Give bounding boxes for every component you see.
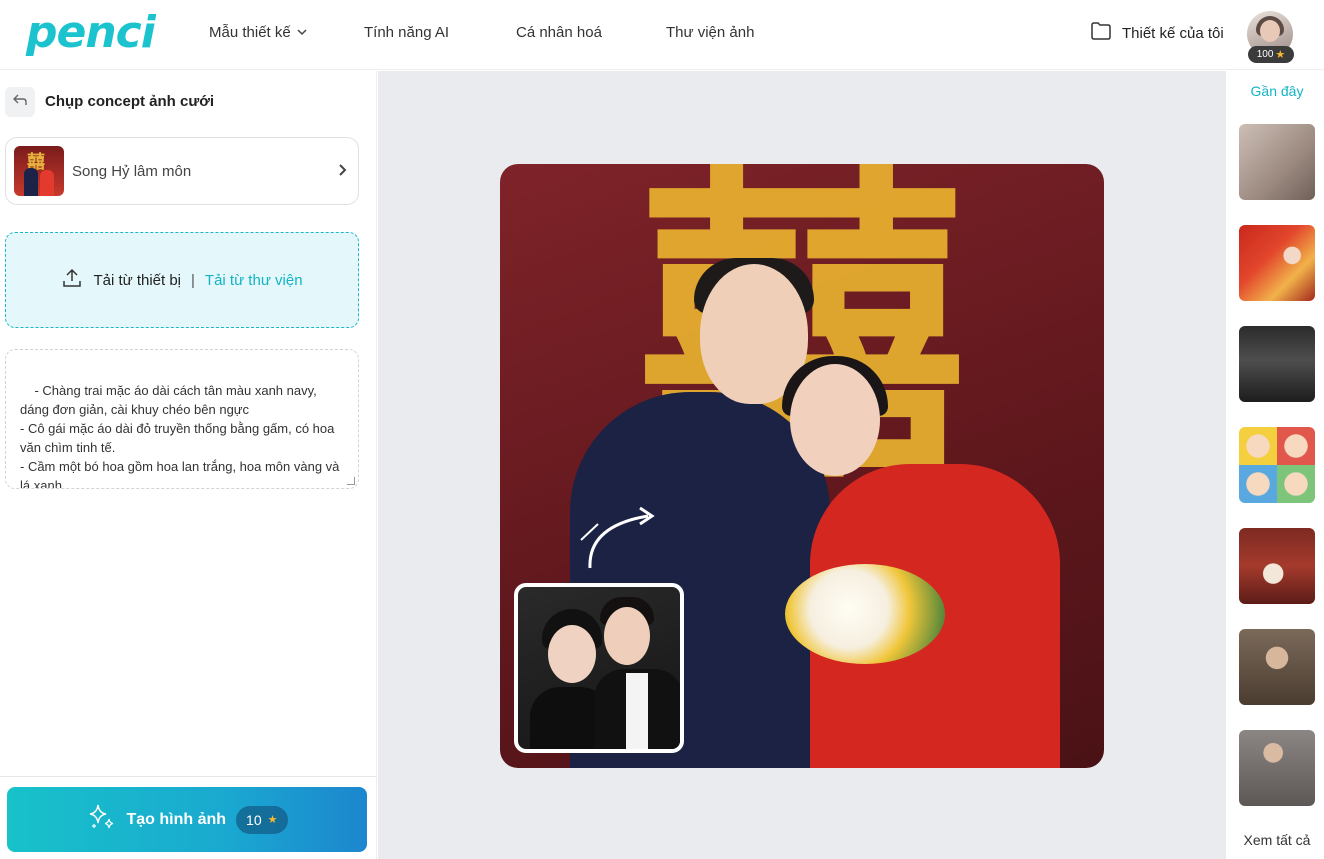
star-icon: ★: [267, 814, 278, 826]
star-icon: ★: [1275, 49, 1286, 61]
template-selector[interactable]: 囍 Song Hỷ lâm môn: [5, 137, 359, 205]
prompt-textarea[interactable]: - Chàng trai mặc áo dài cách tân màu xan…: [5, 349, 359, 489]
see-all-link[interactable]: Xem tất cả: [1227, 832, 1324, 848]
generate-image-label: Tạo hình ảnh: [126, 810, 227, 828]
my-designs-link[interactable]: Thiết kế của tôi: [1090, 22, 1224, 44]
curved-arrow-icon: [580, 506, 655, 569]
panel-title: Chụp concept ảnh cưới: [45, 93, 215, 110]
generate-image-button[interactable]: Tạo hình ảnh 10 ★: [7, 787, 367, 852]
resize-handle[interactable]: [347, 477, 355, 485]
recent-sidebar: Gần đây Xem tất cả: [1227, 71, 1324, 859]
nav-item-image-library[interactable]: Thư viện ảnh: [666, 24, 754, 42]
preview-image: 囍: [500, 164, 1104, 768]
my-designs-label: Thiết kế của tôi: [1122, 24, 1224, 42]
folder-icon: [1090, 21, 1112, 45]
upload-from-device-button[interactable]: Tải từ thiết bị: [61, 267, 181, 293]
recent-thumbnail[interactable]: [1239, 629, 1315, 705]
credit-count: 100: [1256, 49, 1274, 60]
recent-tab[interactable]: Gần đây: [1227, 83, 1324, 99]
generate-cost-badge: 10 ★: [236, 805, 288, 834]
chevron-down-icon: [297, 24, 307, 42]
recent-thumbnail[interactable]: [1239, 730, 1315, 806]
back-button[interactable]: [5, 87, 35, 117]
chevron-right-icon: [338, 161, 348, 182]
upload-icon: [61, 267, 83, 293]
upload-from-device-label: Tải từ thiết bị: [93, 271, 182, 289]
recent-thumbnail[interactable]: [1239, 225, 1315, 301]
back-icon: [12, 93, 28, 112]
template-name: Song Hỷ lâm môn: [72, 162, 192, 180]
recent-thumbnail[interactable]: [1239, 427, 1315, 503]
upload-area[interactable]: Tải từ thiết bị | Tải từ thư viện: [5, 232, 359, 328]
recent-thumbnail[interactable]: [1239, 326, 1315, 402]
nav-item-personalize[interactable]: Cá nhân hoá: [516, 24, 602, 42]
upload-from-library-link[interactable]: Tải từ thư viện: [205, 272, 303, 289]
nav-item-templates[interactable]: Mẫu thiết kế: [209, 24, 307, 42]
penci-logo[interactable]: penci: [26, 8, 156, 58]
top-header: penci Mẫu thiết kế Tính năng AI Cá nhân …: [0, 0, 1324, 70]
credit-badge: 100 ★: [1248, 46, 1294, 63]
footer-divider: [0, 776, 377, 777]
sparkles-icon: [87, 802, 117, 837]
reference-photo: [514, 583, 684, 753]
recent-thumbnail[interactable]: [1239, 528, 1315, 604]
prompt-text: - Chàng trai mặc áo dài cách tân màu xan…: [20, 383, 340, 489]
left-panel: Chụp concept ảnh cưới 囍 Song Hỷ lâm môn …: [0, 71, 377, 859]
nav-item-ai-features[interactable]: Tính năng AI: [364, 24, 449, 42]
generate-cost: 10: [246, 811, 262, 828]
upload-separator: |: [191, 271, 195, 289]
preview-canvas: 囍: [378, 71, 1226, 859]
template-thumbnail: 囍: [14, 146, 64, 196]
nav-item-templates-label: Mẫu thiết kế: [209, 24, 291, 41]
recent-thumbnail[interactable]: [1239, 124, 1315, 200]
